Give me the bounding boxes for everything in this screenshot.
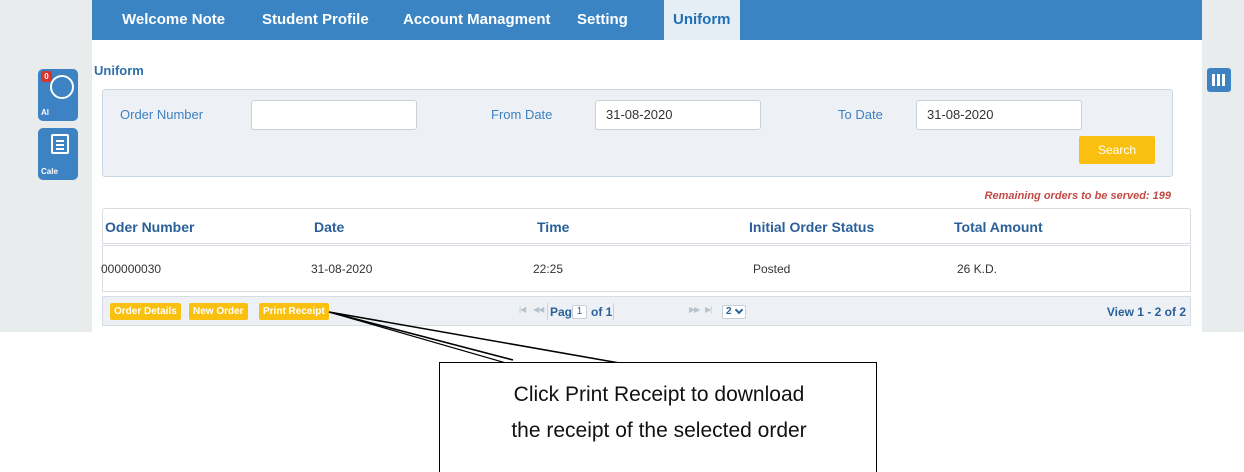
col-date[interactable]: Date: [314, 219, 344, 235]
from-date-label: From Date: [491, 107, 553, 122]
callout-text: Click Print Receipt to download the rece…: [440, 377, 878, 449]
top-navigation: Welcome Note Student Profile Account Man…: [92, 0, 1202, 40]
right-gutter: [1202, 0, 1244, 332]
alerts-count-badge: 0: [41, 71, 52, 82]
next-page-icon[interactable]: ▶▶: [689, 305, 700, 314]
cell-status: Posted: [753, 262, 791, 276]
main-panel: Welcome Note Student Profile Account Man…: [92, 0, 1202, 332]
prev-page-icon[interactable]: ◀◀: [533, 305, 544, 314]
first-page-icon[interactable]: |◀: [519, 305, 526, 314]
orders-grid: Oder Number Date Time Initial Order Stat…: [101, 208, 1201, 332]
rows-per-page-select[interactable]: 2: [722, 305, 746, 319]
print-receipt-button[interactable]: Print Receipt: [259, 303, 329, 320]
order-details-button[interactable]: Order Details: [110, 303, 181, 320]
tab-setting[interactable]: Setting: [577, 0, 628, 40]
screenshot: Al 0 Cale Welcome Note Student Profile A…: [0, 0, 1244, 332]
calendar-label: Cale: [41, 167, 58, 176]
pager-divider: [613, 303, 614, 320]
chevron-down-icon: [734, 305, 744, 315]
cell-total-amount: 26 K.D.: [957, 262, 998, 276]
column-chooser-button[interactable]: [1207, 68, 1231, 92]
pager-divider: [547, 303, 548, 320]
cell-date: 31-08-2020: [311, 262, 373, 276]
tab-account-managment[interactable]: Account Managment: [403, 0, 551, 40]
to-date-field[interactable]: 31-08-2020: [916, 100, 1082, 130]
page-title: Uniform: [94, 63, 144, 78]
cell-order-number: 000000030: [101, 262, 162, 276]
view-range: View 1 - 2 of 2: [1106, 305, 1186, 319]
alerts-icon: [50, 75, 74, 99]
filter-panel: Order Number From Date 31-08-2020 To Dat…: [102, 89, 1173, 177]
new-order-button[interactable]: New Order: [189, 303, 248, 320]
cell-time: 22:25: [533, 262, 564, 276]
to-date-label: To Date: [838, 107, 883, 122]
callout-line-2: the receipt of the selected order: [511, 419, 807, 442]
tutorial-figure: Al 0 Cale Welcome Note Student Profile A…: [0, 0, 1244, 472]
alerts-label: Al: [41, 108, 49, 117]
calendar-shortcut[interactable]: Cale: [38, 128, 78, 180]
grid-footer: Order Details New Order Print Receipt |◀…: [102, 296, 1191, 326]
order-number-field[interactable]: [251, 100, 417, 130]
table-row[interactable]: 000000030 31-08-2020 22:25 Posted 26 K.D…: [101, 245, 1191, 292]
order-number-label: Order Number: [120, 107, 204, 122]
col-time[interactable]: Time: [537, 219, 569, 235]
callout-box: Click Print Receipt to download the rece…: [439, 362, 877, 472]
tab-uniform[interactable]: Uniform: [664, 0, 740, 40]
calendar-icon: [51, 134, 69, 154]
remaining-orders-note: Remaining orders to be served: 199: [984, 190, 1171, 202]
col-total-amount[interactable]: Total Amount: [954, 219, 1043, 235]
tab-student-profile[interactable]: Student Profile: [262, 0, 369, 40]
grid-header: Oder Number Date Time Initial Order Stat…: [102, 208, 1191, 244]
search-button[interactable]: Search: [1079, 136, 1155, 164]
tab-welcome-note[interactable]: Welcome Note: [122, 0, 225, 40]
col-order-number[interactable]: Oder Number: [105, 219, 194, 235]
page-count: of 1: [591, 305, 613, 319]
callout-line-1: Click Print Receipt to download: [513, 383, 805, 406]
last-page-icon[interactable]: ▶|: [705, 305, 712, 314]
rows-per-page-value: 2: [726, 306, 732, 317]
from-date-field[interactable]: 31-08-2020: [595, 100, 761, 130]
col-initial-order-status[interactable]: Initial Order Status: [749, 219, 874, 235]
page-number-input[interactable]: 1: [572, 305, 587, 319]
